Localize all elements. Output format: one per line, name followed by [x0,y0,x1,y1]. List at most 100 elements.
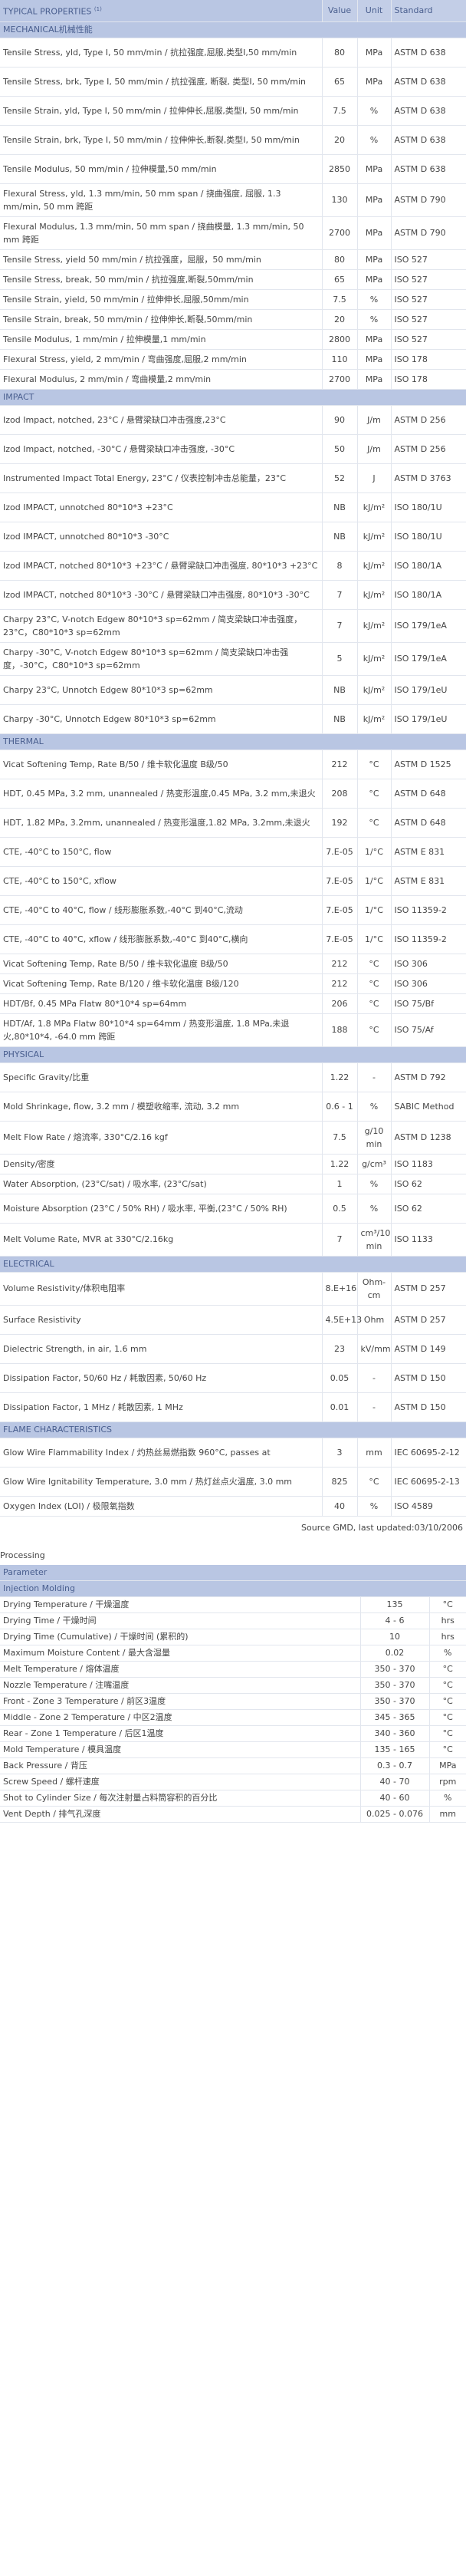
property-standard: ASTM D 256 [390,434,466,464]
property-unit: °C [356,973,391,994]
property-value: NB [321,675,357,705]
property-value: 2800 [321,329,357,350]
property-value: 7.E-05 [321,924,357,954]
property-unit: 1/°C [356,866,391,896]
table-row: HDT, 1.82 MPa, 3.2mm, unannealed / 热变形温度… [0,808,466,838]
property-standard: ISO 527 [390,329,466,350]
property-value: 7 [321,609,357,643]
property-name: Vicat Softening Temp, Rate B/50 / 维卡软化温度… [0,954,322,974]
table-row: Volume Resistivity/体积电阻率 8.E+16 Ohm-cm ASTM… [0,1272,466,1306]
property-name: Izod Impact, notched, -30°C / 悬臂梁缺口冲击强度,… [0,434,322,464]
table-row: Back Pressure / 背压 0.3 - 0.7 MPa [0,1757,466,1774]
property-value: 4.5E+13 [321,1305,362,1335]
property-unit: % [356,125,391,155]
parameter-unit: mm [428,1806,466,1823]
property-unit: Ohm-cm [356,1272,391,1306]
table-row: Oxygen Index (LOI) / 极限氧指数 40% ISO 4589 [0,1496,466,1517]
property-standard: ISO 178 [390,349,466,370]
table-row: Glow Wire Ignitability Temperature, 3.0 … [0,1467,466,1497]
property-value: 8 [321,551,357,581]
property-standard: ISO 75/Af [390,1013,466,1047]
table-row: Tensile Modulus, 1 mm/min / 拉伸模量,1 mm/mi… [0,329,466,350]
property-standard: ISO 527 [390,289,466,310]
section-header-row: IMPACT [0,389,466,406]
property-value: 212 [321,954,357,974]
property-unit: MPa [356,249,391,270]
property-value: 80 [321,249,357,270]
property-value: 20 [321,125,357,155]
property-standard: ASTM D 638 [390,96,466,126]
property-name: Izod Impact, notched, 23°C / 悬臂梁缺口冲击强度,2… [0,405,322,435]
property-unit: % [356,96,391,126]
property-standard: ASTM D 792 [390,1062,466,1092]
property-value: 130 [321,183,357,217]
property-value: 0.05 [321,1363,357,1393]
property-standard: ASTM D 257 [390,1272,466,1306]
parameter-name: Rear - Zone 1 Temperature / 后区1温度 [0,1725,360,1742]
property-unit: kJ/m² [356,642,391,676]
section-title: IMPACT [0,389,466,406]
section-title: ELECTRICAL [0,1256,466,1273]
property-value: 192 [321,808,357,838]
property-name: Tensile Stress, brk, Type I, 50 mm/min /… [0,67,322,97]
property-unit: °C [356,993,391,1014]
table-row: Melt Temperature / 熔体温度 350 - 370 °C [0,1661,466,1678]
table-row: Flexural Stress, yld, 1.3 mm/min, 50 mm … [0,183,466,217]
table-row: CTE, -40°C to 40°C, xflow / 线形膨胀系数,-40°C… [0,924,466,954]
section-title: FLAME CHARACTERISTICS [0,1421,466,1438]
table-row: Vent Depth / 排气孔深度 0.025 - 0.076 mm [0,1806,466,1823]
property-name: Tensile Stress, yld, Type I, 50 mm/min /… [0,38,322,68]
table-row: Vicat Softening Temp, Rate B/50 / 维卡软化温度… [0,954,466,974]
parameter-unit: °C [428,1725,466,1742]
section-header-row: ELECTRICAL [0,1256,466,1273]
property-name: Charpy 23°C, V-notch Edgew 80*10*3 sp=62… [0,609,322,643]
table-row: CTE, -40°C to 150°C, flow 7.E-05 1/°C ASTM … [0,837,466,867]
property-standard: ISO 180/1A [390,580,466,610]
processing-title: Processing [0,1550,45,1560]
parameter-name: Mold Temperature / 模具温度 [0,1741,360,1758]
property-name: Melt Volume Rate, MVR at 330°C/2.16kg [0,1223,322,1257]
property-standard: ASTM E 831 [390,837,466,867]
table-row: Screw Speed / 螺杆速度 40 - 70 rpm [0,1774,466,1790]
parameter-value: 345 - 365 [359,1709,429,1726]
property-value: NB [321,704,357,734]
property-name: Izod IMPACT, notched 80*10*3 -30°C / 悬臂梁… [0,580,322,610]
parameter-value: 4 - 6 [359,1612,429,1629]
property-value: 3 [321,1438,357,1468]
property-name: HDT, 1.82 MPa, 3.2mm, unannealed / 热变形温度… [0,808,322,838]
parameter-unit: % [428,1645,466,1662]
section-header-row: PHYSICAL [0,1046,466,1063]
parameter-name: Back Pressure / 背压 [0,1757,360,1774]
parameter-unit: °C [428,1709,466,1726]
table-row: Dielectric Strength, in air, 1.6 mm 23 kV/… [0,1334,466,1364]
property-name: Glow Wire Flammability Index / 灼热丝易燃指数 9… [0,1438,322,1468]
table-row: Moisture Absorption (23°C / 50% RH) / 吸水… [0,1194,466,1224]
table-row: Tensile Strain, break, 50 mm/min / 拉伸伸长,… [0,309,466,330]
table-title: TYPICAL PROPERTIES (1) [0,0,322,22]
table-row: Shot to Cylinder Size / 每次注射量占料筒容积的百分比 40… [0,1790,466,1807]
property-value: NB [321,522,357,552]
table-row: Tensile Stress, yld, Type I, 50 mm/min /… [0,38,466,68]
property-standard: ISO 11359-2 [390,895,466,925]
table-row: Charpy -30°C, V-notch Edgew 80*10*3 sp=6… [0,642,466,676]
property-value: 7.E-05 [321,866,357,896]
table-row: Middle - Zone 2 Temperature / 中区2温度 345 -… [0,1709,466,1726]
table-row: HDT/Af, 1.8 MPa Flatw 80*10*4 sp=64mm / … [0,1013,466,1047]
property-name: Izod IMPACT, unnotched 80*10*3 -30°C [0,522,322,552]
property-name: Surface Resistivity [0,1305,322,1335]
parameter-name: Melt Temperature / 熔体温度 [0,1661,360,1678]
table-row: Instrumented Impact Total Energy, 23°C /… [0,463,466,493]
property-unit: MPa [356,216,391,250]
section-header-row: THERMAL [0,733,466,750]
parameter-value: 350 - 370 [359,1677,429,1694]
parameter-name: Maximum Moisture Content / 最大含湿量 [0,1645,360,1662]
property-value: 188 [321,1013,357,1047]
property-standard: ASTM D 150 [390,1363,466,1393]
property-name: Flexural Stress, yld, 1.3 mm/min, 50 mm … [0,183,322,217]
injection-molding-header: Injection Molding [0,1580,466,1597]
property-unit: 1/°C [356,924,391,954]
property-name: Tensile Stress, yield 50 mm/min / 抗拉强度，屈… [0,249,322,270]
parameter-unit: °C [428,1741,466,1758]
standard-column-header: Standard [390,0,466,22]
property-unit: J [356,463,391,493]
